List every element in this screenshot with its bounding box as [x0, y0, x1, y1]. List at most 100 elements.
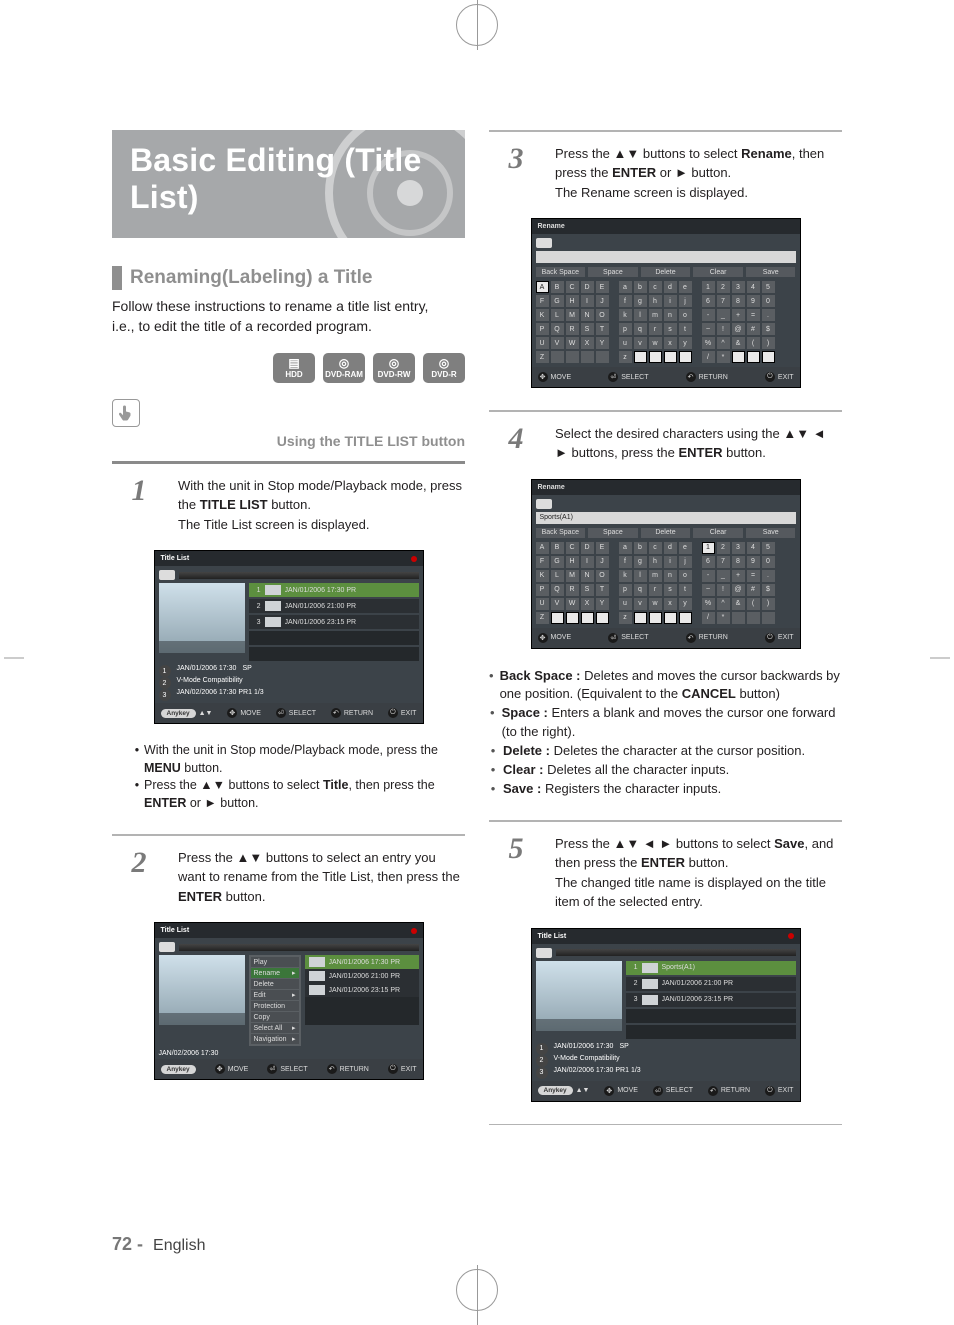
keycap[interactable]: S	[581, 323, 594, 335]
keycap[interactable]: y	[679, 337, 692, 349]
keycap[interactable]: .	[762, 309, 775, 321]
keycap[interactable]: N	[581, 570, 594, 582]
keycap[interactable]: E	[596, 281, 609, 293]
keycap[interactable]	[664, 351, 677, 363]
keycap[interactable]: Z	[536, 351, 549, 363]
clear-key[interactable]: Clear	[693, 267, 743, 277]
keycap[interactable]: b	[634, 542, 647, 554]
keycap[interactable]: &	[732, 337, 745, 349]
keyboard-lower[interactable]: abcdefghijklmnopqrstuvwxyz	[619, 281, 692, 363]
keycap[interactable]: n	[664, 570, 677, 582]
menu-item-navigation[interactable]: Navigation▸	[251, 1034, 299, 1044]
keycap[interactable]: w	[649, 598, 662, 610]
keycap[interactable]: C	[566, 281, 579, 293]
keycap[interactable]	[747, 612, 760, 624]
keycap[interactable]: -	[702, 570, 715, 582]
anykey-button[interactable]: Anykey	[538, 1086, 573, 1095]
keycap[interactable]: u	[619, 598, 632, 610]
keycap[interactable]: +	[732, 309, 745, 321]
keycap[interactable]: 9	[747, 556, 760, 568]
keycap[interactable]: y	[679, 598, 692, 610]
keycap[interactable]: p	[619, 584, 632, 596]
keycap[interactable]	[551, 351, 564, 363]
keycap[interactable]: o	[679, 570, 692, 582]
keycap[interactable]: 3	[732, 542, 745, 554]
keycap[interactable]: 5	[762, 542, 775, 554]
keycap[interactable]: !	[717, 323, 730, 335]
space-key[interactable]: Space	[588, 528, 638, 538]
keycap[interactable]: j	[679, 556, 692, 568]
keycap[interactable]: w	[649, 337, 662, 349]
backspace-key[interactable]: Back Space	[536, 528, 586, 538]
keyboard-upper[interactable]: ABCDEFGHIJKLMNOPQRSTUVWXYZ	[536, 542, 609, 624]
keyboard-symbols[interactable]: 1234567890-_+=.~!@#$%^&()/*	[702, 281, 775, 363]
keyboard-symbols[interactable]: 1234567890-_+=.~!@#$%^&()/*	[702, 542, 775, 624]
keycap[interactable]: /	[702, 351, 715, 363]
keycap[interactable]: a	[619, 542, 632, 554]
anykey-button[interactable]: Anykey	[161, 1065, 196, 1074]
keycap[interactable]: )	[762, 337, 775, 349]
clear-key[interactable]: Clear	[693, 528, 743, 538]
delete-key[interactable]: Delete	[641, 528, 691, 538]
keycap[interactable]: i	[664, 556, 677, 568]
keycap[interactable]: R	[566, 323, 579, 335]
keycap[interactable]: )	[762, 598, 775, 610]
keycap[interactable]: -	[702, 309, 715, 321]
keycap[interactable]: O	[596, 570, 609, 582]
keycap[interactable]: o	[679, 309, 692, 321]
keycap[interactable]: 2	[717, 542, 730, 554]
keycap[interactable]	[664, 612, 677, 624]
keycap[interactable]: T	[596, 584, 609, 596]
keyboard-lower[interactable]: abcdefghijklmnopqrstuvwxyz	[619, 542, 692, 624]
keycap[interactable]: n	[664, 309, 677, 321]
keycap[interactable]: e	[679, 542, 692, 554]
menu-item-protection[interactable]: Protection	[251, 1001, 299, 1011]
menu-item-copy[interactable]: Copy	[251, 1012, 299, 1022]
keycap[interactable]: =	[747, 570, 760, 582]
keycap[interactable]: H	[566, 556, 579, 568]
keycap[interactable]	[566, 351, 579, 363]
keycap[interactable]: q	[634, 584, 647, 596]
keycap[interactable]: 0	[762, 295, 775, 307]
keycap[interactable]: B	[551, 281, 564, 293]
keycap[interactable]: 3	[732, 281, 745, 293]
keycap[interactable]: #	[747, 323, 760, 335]
keycap[interactable]: X	[581, 598, 594, 610]
keycap[interactable]: R	[566, 584, 579, 596]
keycap[interactable]: Q	[551, 323, 564, 335]
keycap[interactable]: #	[747, 584, 760, 596]
keycap[interactable]: I	[581, 295, 594, 307]
keycap[interactable]: M	[566, 570, 579, 582]
keycap[interactable]	[747, 351, 760, 363]
keycap[interactable]: 8	[732, 295, 745, 307]
keycap[interactable]: +	[732, 570, 745, 582]
keycap[interactable]: k	[619, 309, 632, 321]
keycap[interactable]: l	[634, 309, 647, 321]
keycap[interactable]: V	[551, 337, 564, 349]
keycap[interactable]: m	[649, 570, 662, 582]
keycap[interactable]: V	[551, 598, 564, 610]
space-key[interactable]: Space	[588, 267, 638, 277]
keycap[interactable]: e	[679, 281, 692, 293]
keycap[interactable]: s	[664, 323, 677, 335]
keycap[interactable]: 9	[747, 295, 760, 307]
keycap[interactable]: r	[649, 584, 662, 596]
keycap[interactable]: 2	[717, 281, 730, 293]
keycap[interactable]	[679, 351, 692, 363]
keycap[interactable]: 4	[747, 281, 760, 293]
keycap[interactable]: =	[747, 309, 760, 321]
keycap[interactable]: Z	[536, 612, 549, 624]
keycap[interactable]: 8	[732, 556, 745, 568]
keycap[interactable]: x	[664, 337, 677, 349]
keycap[interactable]: (	[747, 337, 760, 349]
keycap[interactable]: Y	[596, 598, 609, 610]
keycap[interactable]: L	[551, 570, 564, 582]
keycap[interactable]: 1	[702, 542, 715, 554]
keycap[interactable]: M	[566, 309, 579, 321]
keycap[interactable]: *	[717, 612, 730, 624]
keycap[interactable]: D	[581, 281, 594, 293]
keycap[interactable]: h	[649, 295, 662, 307]
keycap[interactable]	[634, 612, 647, 624]
keycap[interactable]: q	[634, 323, 647, 335]
keycap[interactable]	[762, 351, 775, 363]
